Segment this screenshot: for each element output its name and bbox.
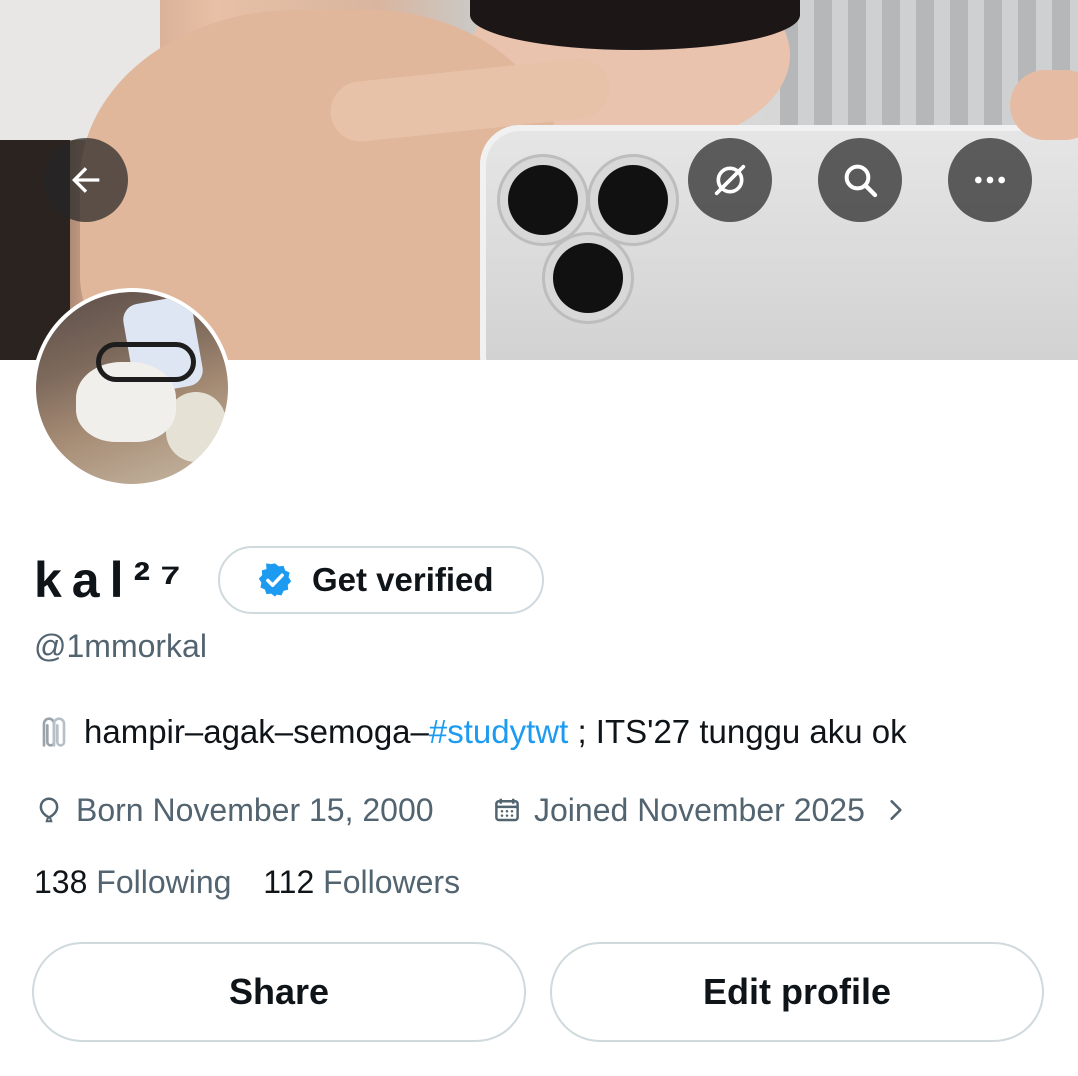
following-count: 138 [34, 864, 88, 900]
profile-handle: @1mmorkal [34, 628, 207, 664]
bio-hashtag-link[interactable]: #studytwt [429, 713, 568, 751]
following-label: Following [96, 864, 232, 900]
following-link[interactable]: 138 Following [34, 864, 240, 900]
camera-lens [508, 165, 578, 235]
calendar-icon [495, 798, 519, 822]
avatar[interactable] [32, 288, 232, 488]
more-button[interactable] [948, 138, 1032, 222]
join-date-text: Joined November 2025 [534, 791, 865, 828]
followers-label: Followers [323, 864, 461, 900]
camera-lens [598, 165, 668, 235]
verified-badge-icon [258, 563, 292, 597]
birth-date-text: Born November 15, 2000 [76, 791, 434, 828]
birth-date: Born November 15, 2000 [34, 788, 434, 832]
search-icon [844, 164, 878, 198]
display-name: kal²⁷ [34, 552, 191, 608]
banner-hand-right [1010, 70, 1078, 140]
share-button[interactable]: Share [32, 942, 526, 1042]
grok-icon [714, 164, 746, 196]
more-horizontal-icon [975, 176, 1005, 184]
bio-text: hampir–agak–semoga– [84, 713, 429, 750]
paperclips-emoji [42, 717, 66, 747]
back-button[interactable] [44, 138, 128, 222]
balloon-icon [39, 797, 59, 823]
edit-profile-button[interactable]: Edit profile [550, 942, 1044, 1042]
search-button[interactable] [818, 138, 902, 222]
grok-button[interactable] [688, 138, 772, 222]
followers-link[interactable]: 112 Followers [263, 864, 460, 900]
get-verified-label: Get verified [312, 561, 494, 598]
chevron-right-icon [890, 800, 902, 820]
avatar-glasses [96, 342, 196, 382]
arrow-left-icon [72, 167, 100, 193]
get-verified-button[interactable]: Get verified [218, 546, 544, 614]
join-date[interactable]: Joined November 2025 [492, 788, 909, 832]
profile-bio: hampir–agak–semoga– #studytwt ; ITS'27 tu… [34, 712, 907, 752]
camera-lens [553, 243, 623, 313]
follow-stats: 138 Following 112 Followers [34, 864, 460, 901]
bio-text-suffix: ; ITS'27 tunggu aku ok [568, 713, 907, 750]
followers-count: 112 [263, 864, 315, 900]
avatar-image [36, 292, 228, 484]
